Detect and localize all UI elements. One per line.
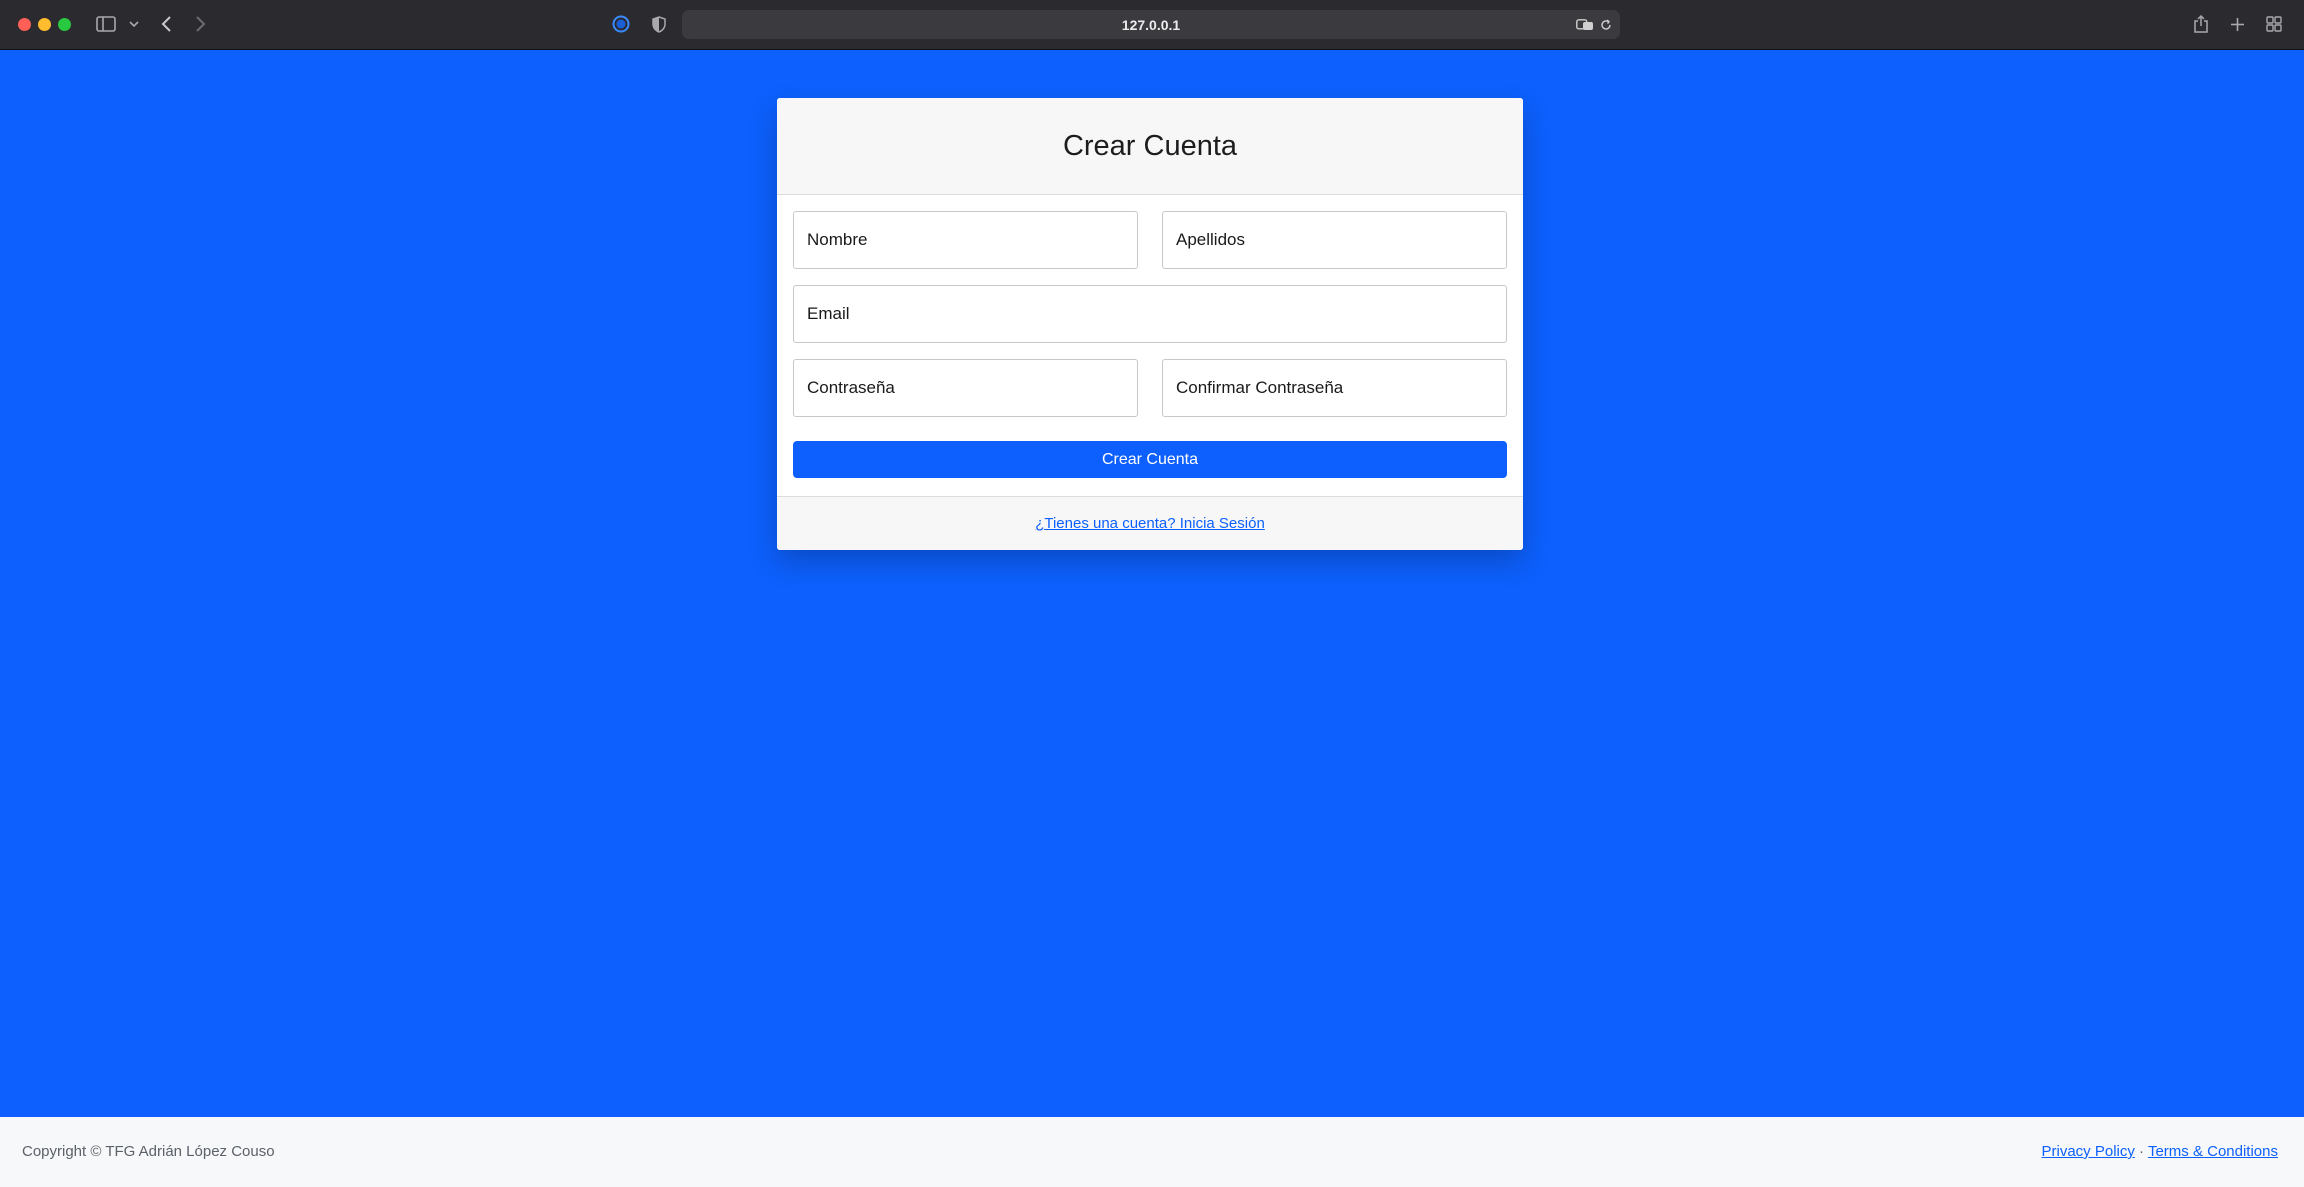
copyright-text: Copyright © TFG Adrián López Couso xyxy=(22,1143,275,1160)
card-footer: ¿Tienes una cuenta? Inicia Sesión xyxy=(777,496,1523,550)
zoom-window-button[interactable] xyxy=(58,18,71,31)
translate-icon[interactable] xyxy=(1575,13,1595,37)
page-footer: Copyright © TFG Adrián López Couso Priva… xyxy=(0,1117,2304,1187)
browser-toolbar: 127.0.0.1 xyxy=(0,0,2304,50)
create-account-button[interactable]: Crear Cuenta xyxy=(793,441,1507,478)
privacy-report-icon[interactable] xyxy=(611,12,631,36)
forward-icon[interactable] xyxy=(193,12,209,36)
chevron-down-icon[interactable] xyxy=(128,12,140,36)
footer-separator: · xyxy=(2139,1143,2145,1160)
new-tab-icon[interactable] xyxy=(2228,12,2246,36)
apellidos-field[interactable] xyxy=(1162,211,1507,269)
email-field[interactable] xyxy=(793,285,1507,343)
url-text: 127.0.0.1 xyxy=(1121,16,1181,33)
page-title: Crear Cuenta xyxy=(1062,129,1238,162)
confirm-password-field[interactable] xyxy=(1162,359,1507,417)
minimize-window-button[interactable] xyxy=(38,18,51,31)
terms-link[interactable]: Terms & Conditions xyxy=(2148,1143,2278,1160)
nombre-field[interactable] xyxy=(793,211,1138,269)
shield-icon[interactable] xyxy=(650,12,668,36)
password-field[interactable] xyxy=(793,359,1138,417)
signup-card: Crear Cuenta Crear Cuenta ¿Tienes una cu… xyxy=(777,98,1523,550)
card-header: Crear Cuenta xyxy=(777,98,1523,195)
share-icon[interactable] xyxy=(2192,12,2210,36)
footer-links: Privacy Policy · Terms & Conditions xyxy=(2042,1143,2279,1160)
address-bar[interactable]: 127.0.0.1 xyxy=(682,10,1620,39)
close-window-button[interactable] xyxy=(18,18,31,31)
login-link[interactable]: ¿Tienes una cuenta? Inicia Sesión xyxy=(1035,515,1265,532)
reload-icon[interactable] xyxy=(1598,13,1614,37)
sidebar-icon[interactable] xyxy=(95,12,117,36)
tab-overview-icon[interactable] xyxy=(2265,12,2283,36)
back-icon[interactable] xyxy=(158,12,174,36)
privacy-policy-link[interactable]: Privacy Policy xyxy=(2042,1143,2135,1160)
